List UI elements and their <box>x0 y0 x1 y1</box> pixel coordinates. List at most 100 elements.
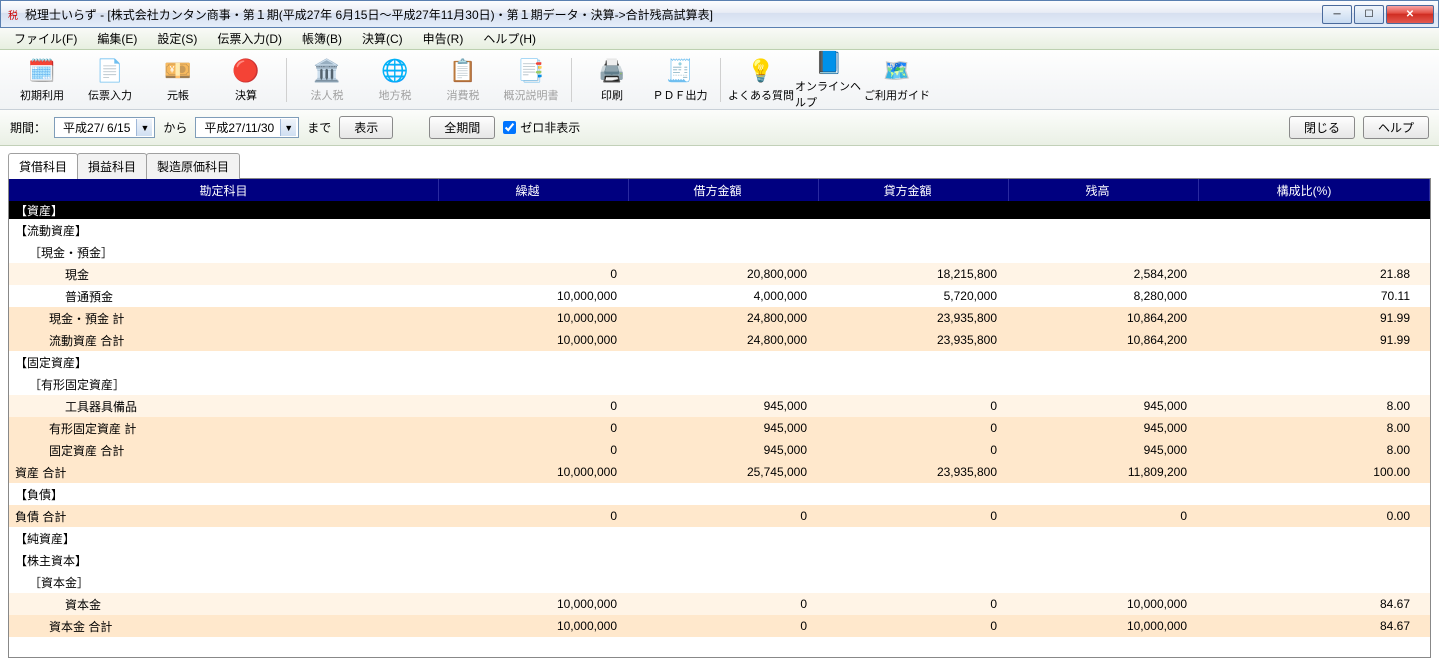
menu-ledger[interactable]: 帳簿(B) <box>294 28 350 49</box>
table-row[interactable]: ［資本金］ <box>9 571 1430 593</box>
cell-carry: 10,000,000 <box>439 597 629 611</box>
table-row[interactable]: 【純資産】 <box>9 527 1430 549</box>
table-row[interactable]: 現金・預金 計10,000,00024,800,00023,935,80010,… <box>9 307 1430 329</box>
cell-acct: 資本金 合計 <box>9 618 439 635</box>
period-label: 期間： <box>10 119 46 136</box>
menu-file[interactable]: ファイル(F) <box>6 28 85 49</box>
grid: 勘定科目 繰越 借方金額 貸方金額 残高 構成比(%) 【資産】【流動資産】［現… <box>8 178 1431 658</box>
tool-print[interactable]: 🖨️印刷 <box>578 53 646 107</box>
table-row[interactable]: 普通預金10,000,0004,000,0005,720,0008,280,00… <box>9 285 1430 307</box>
cell-debit: 945,000 <box>629 443 819 457</box>
cell-ratio: 70.11 <box>1199 289 1430 303</box>
date-from[interactable]: 平成27/ 6/15▼ <box>54 117 155 138</box>
cell-carry: 0 <box>439 399 629 413</box>
menubar: ファイル(F) 編集(E) 設定(S) 伝票入力(D) 帳簿(B) 決算(C) … <box>0 28 1439 50</box>
filterbar: 期間： 平成27/ 6/15▼ から 平成27/11/30▼ まで 表示 全期間… <box>0 110 1439 146</box>
tool-faq[interactable]: 💡よくある質問 <box>727 53 795 107</box>
cell-balance: 2,584,200 <box>1009 267 1199 281</box>
cell-balance: 945,000 <box>1009 421 1199 435</box>
header-balance: 残高 <box>1009 179 1199 201</box>
header-credit: 貸方金額 <box>819 179 1009 201</box>
table-row[interactable]: 資産 合計10,000,00025,745,00023,935,80011,80… <box>9 461 1430 483</box>
cell-debit: 0 <box>629 597 819 611</box>
titlebar: 税 税理士いらず - [株式会社カンタン商事・第１期(平成27年 6月15日～平… <box>0 0 1439 28</box>
cell-ratio: 8.00 <box>1199 421 1430 435</box>
tool-onlinehelp[interactable]: 📘オンラインヘルプ <box>795 53 863 107</box>
cell-acct: 資本金 <box>9 596 439 613</box>
menu-slip[interactable]: 伝票入力(D) <box>209 28 290 49</box>
section-header: 【資産】 <box>9 201 1430 219</box>
tool-slip[interactable]: 📄伝票入力 <box>76 53 144 107</box>
cell-credit: 5,720,000 <box>819 289 1009 303</box>
tab-pl[interactable]: 損益科目 <box>77 153 147 179</box>
dropdown-icon[interactable]: ▼ <box>280 119 296 136</box>
zero-checkbox[interactable]: ゼロ非表示 <box>503 119 580 136</box>
maximize-button[interactable]: ☐ <box>1354 5 1384 24</box>
cell-debit: 945,000 <box>629 399 819 413</box>
cell-carry: 10,000,000 <box>439 289 629 303</box>
table-row[interactable]: 資本金10,000,0000010,000,00084.67 <box>9 593 1430 615</box>
allperiod-button[interactable]: 全期間 <box>429 116 495 139</box>
table-row[interactable]: 【株主資本】 <box>9 549 1430 571</box>
zero-checkbox-input[interactable] <box>503 121 516 134</box>
tab-bs[interactable]: 貸借科目 <box>8 153 78 179</box>
header-ratio: 構成比(%) <box>1199 179 1430 201</box>
cell-credit: 0 <box>819 443 1009 457</box>
show-button[interactable]: 表示 <box>339 116 393 139</box>
tool-guide[interactable]: 🗺️ご利用ガイド <box>863 53 931 107</box>
close-button[interactable]: ✕ <box>1386 5 1434 24</box>
table-row[interactable]: 流動資産 合計10,000,00024,800,00023,935,80010,… <box>9 329 1430 351</box>
pdf-icon: 🧾 <box>666 57 694 85</box>
cell-carry: 10,000,000 <box>439 619 629 633</box>
dropdown-icon[interactable]: ▼ <box>136 119 152 136</box>
tool-ledger[interactable]: 💴元帳 <box>144 53 212 107</box>
cell-credit: 23,935,800 <box>819 311 1009 325</box>
tab-cost[interactable]: 製造原価科目 <box>146 153 240 179</box>
cell-acct: 現金 <box>9 266 439 283</box>
cell-acct: 【流動資産】 <box>9 222 439 239</box>
tool-pdf[interactable]: 🧾ＰＤＦ出力 <box>646 53 714 107</box>
table-row[interactable]: 【負債】 <box>9 483 1430 505</box>
grid-body[interactable]: 【資産】【流動資産】［現金・預金］現金020,800,00018,215,800… <box>9 201 1430 658</box>
ledger-icon: 💴 <box>164 57 192 85</box>
table-row[interactable]: 負債 合計00000.00 <box>9 505 1430 527</box>
table-row[interactable]: 有形固定資産 計0945,0000945,0008.00 <box>9 417 1430 439</box>
table-row[interactable]: ［有形固定資産］ <box>9 373 1430 395</box>
from-to-label: から <box>163 119 187 136</box>
cell-acct: ［資本金］ <box>9 574 439 591</box>
table-row[interactable]: ［現金・預金］ <box>9 241 1430 263</box>
tool-closing[interactable]: 🔴決算 <box>212 53 280 107</box>
menu-help[interactable]: ヘルプ(H) <box>475 28 544 49</box>
cell-debit: 25,745,000 <box>629 465 819 479</box>
table-row[interactable]: 資本金 合計10,000,0000010,000,00084.67 <box>9 615 1430 637</box>
cell-acct: 【株主資本】 <box>9 552 439 569</box>
cell-acct: 流動資産 合計 <box>9 332 439 349</box>
tool-init[interactable]: 🗓️初期利用 <box>8 53 76 107</box>
menu-edit[interactable]: 編集(E) <box>89 28 145 49</box>
date-to[interactable]: 平成27/11/30▼ <box>195 117 299 138</box>
cell-balance: 8,280,000 <box>1009 289 1199 303</box>
cell-balance: 945,000 <box>1009 399 1199 413</box>
table-row[interactable]: 工具器具備品0945,0000945,0008.00 <box>9 395 1430 417</box>
minimize-button[interactable]: ─ <box>1322 5 1352 24</box>
cell-credit: 23,935,800 <box>819 465 1009 479</box>
menu-settings[interactable]: 設定(S) <box>149 28 205 49</box>
cell-debit: 0 <box>629 509 819 523</box>
table-row[interactable]: 現金020,800,00018,215,8002,584,20021.88 <box>9 263 1430 285</box>
table-row[interactable]: 固定資産 合計0945,0000945,0008.00 <box>9 439 1430 461</box>
table-row[interactable]: 【固定資産】 <box>9 351 1430 373</box>
header-acct: 勘定科目 <box>9 179 439 201</box>
cell-debit: 24,800,000 <box>629 311 819 325</box>
tool-constax: 📋消費税 <box>429 53 497 107</box>
tabs: 貸借科目 損益科目 製造原価科目 <box>0 146 1439 178</box>
close-panel-button[interactable]: 閉じる <box>1289 116 1355 139</box>
menu-closing[interactable]: 決算(C) <box>354 28 411 49</box>
faq-icon: 💡 <box>747 57 775 85</box>
cell-balance: 10,000,000 <box>1009 619 1199 633</box>
cell-credit: 0 <box>819 597 1009 611</box>
table-row[interactable]: 【流動資産】 <box>9 219 1430 241</box>
help-button[interactable]: ヘルプ <box>1363 116 1429 139</box>
cell-carry: 0 <box>439 267 629 281</box>
constax-icon: 📋 <box>449 57 477 85</box>
menu-report[interactable]: 申告(R) <box>415 28 472 49</box>
